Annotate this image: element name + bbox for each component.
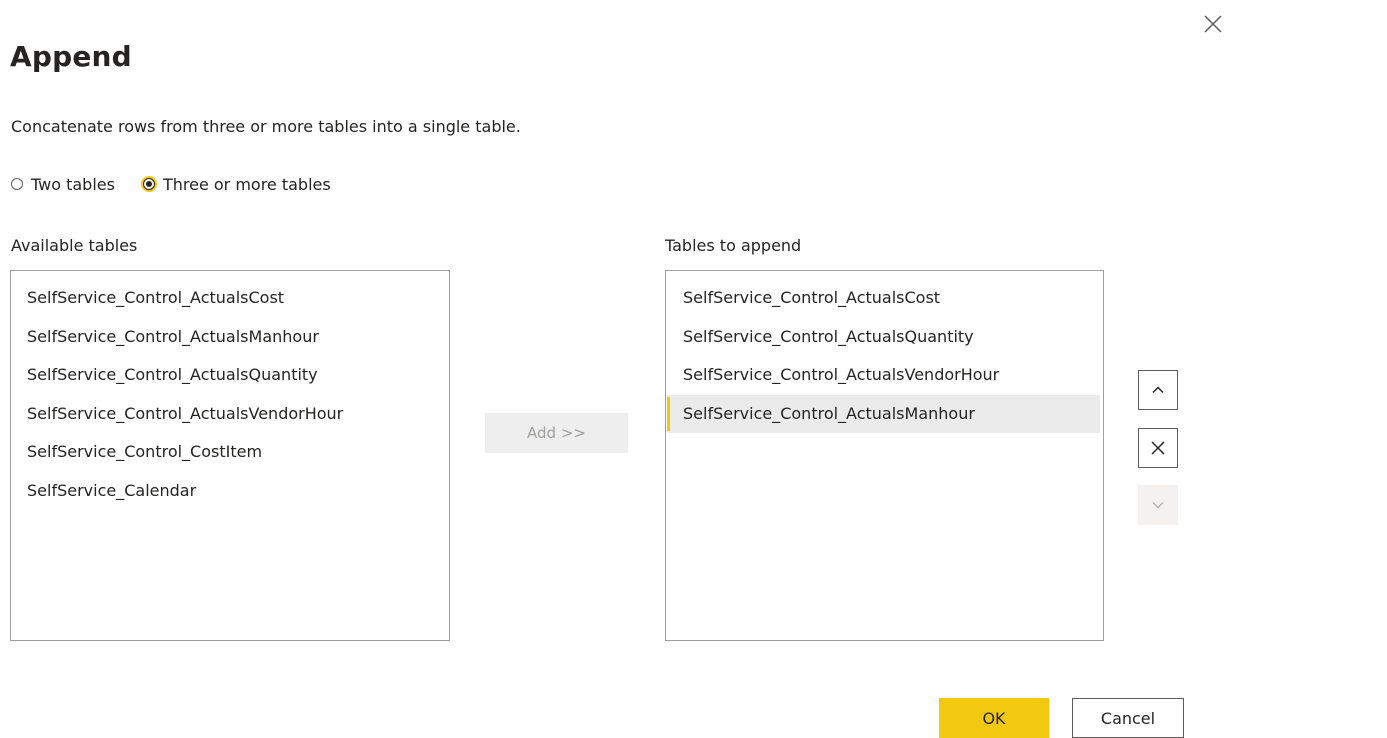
close-button[interactable] [1199,10,1227,38]
close-icon [1151,441,1165,455]
available-table-item[interactable]: SelfService_Calendar [11,472,449,511]
available-table-item[interactable]: SelfService_Control_ActualsManhour [11,318,449,357]
chevron-down-icon [1152,502,1164,509]
radio-three-or-more-label: Three or more tables [162,174,331,194]
append-dialog: Append Concatenate rows from three or mo… [0,0,1387,738]
dialog-description: Concatenate rows from three or more tabl… [11,117,521,136]
radio-two-tables-circle[interactable] [11,178,23,190]
append-table-item-selected[interactable]: SelfService_Control_ActualsManhour [667,394,1100,433]
append-table-item[interactable]: SelfService_Control_ActualsVendorHour [667,356,1100,395]
tables-to-append-label: Tables to append [665,236,802,255]
ok-button[interactable]: OK [939,698,1049,738]
mode-radio-group: Two tables Three or more tables [11,172,359,196]
available-table-item[interactable]: SelfService_Control_ActualsCost [11,279,449,318]
remove-button[interactable] [1138,428,1178,468]
close-icon [1204,15,1222,33]
dialog-title: Append [10,40,132,73]
available-table-item[interactable]: SelfService_Control_ActualsVendorHour [11,395,449,434]
move-up-button[interactable] [1138,370,1178,410]
append-table-item[interactable]: SelfService_Control_ActualsCost [667,279,1100,318]
add-button[interactable]: Add >> [485,413,628,453]
tables-to-append-list[interactable]: SelfService_Control_ActualsCost SelfServ… [665,270,1104,641]
radio-three-or-more-circle[interactable] [142,178,155,190]
available-table-item[interactable]: SelfService_Control_CostItem [11,433,449,472]
append-table-item[interactable]: SelfService_Control_ActualsQuantity [667,318,1100,357]
move-down-button[interactable] [1138,485,1178,525]
radio-two-tables[interactable]: Two tables [11,175,115,194]
available-tables-list[interactable]: SelfService_Control_ActualsCost SelfServ… [10,270,450,641]
radio-three-or-more-tables[interactable]: Three or more tables [142,174,331,194]
available-tables-label: Available tables [11,236,138,255]
chevron-up-icon [1152,386,1164,394]
radio-two-tables-label: Two tables [31,174,115,194]
available-table-item[interactable]: SelfService_Control_ActualsQuantity [11,356,449,395]
cancel-button[interactable]: Cancel [1072,698,1184,738]
